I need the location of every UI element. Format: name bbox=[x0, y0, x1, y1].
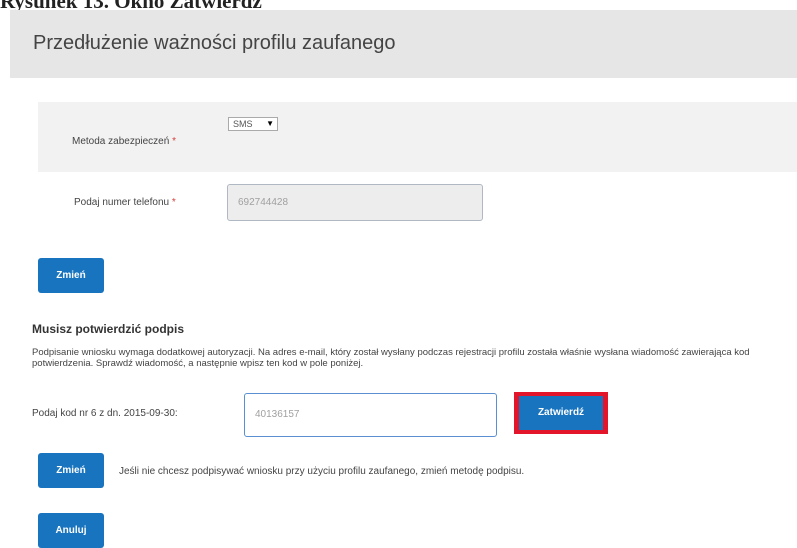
signature-section-title: Musisz potwierdzić podpis bbox=[32, 322, 185, 336]
figure-caption: Rysunek 13. Okno Zatwierdź bbox=[0, 0, 797, 10]
required-asterisk: * bbox=[172, 136, 176, 147]
page-title: Przedłużenie ważności profilu zaufanego bbox=[33, 32, 396, 54]
chevron-down-icon: ▼ bbox=[266, 119, 274, 128]
change-phone-button[interactable]: Zmień bbox=[38, 258, 104, 293]
confirmation-code-input[interactable]: 40136157 bbox=[244, 393, 497, 437]
security-method-label: Metoda zabezpieczeń * bbox=[72, 136, 176, 147]
security-method-label-text: Metoda zabezpieczeń bbox=[72, 136, 170, 147]
cancel-button[interactable]: Anuluj bbox=[38, 513, 104, 548]
change-method-note: Jeśli nie chcesz podpisywać wniosku przy… bbox=[119, 466, 525, 477]
required-asterisk: * bbox=[171, 197, 176, 208]
phone-number-input[interactable]: 692744428 bbox=[227, 184, 483, 221]
code-label: Podaj kod nr 6 z dn. 2015-09-30: bbox=[32, 408, 178, 419]
signature-description: Podpisanie wniosku wymaga dodatkowej aut… bbox=[32, 347, 750, 369]
change-signature-method-button[interactable]: Zmień bbox=[38, 453, 104, 488]
select-value: SMS bbox=[233, 119, 253, 129]
page-header: Przedłużenie ważności profilu zaufanego bbox=[10, 10, 797, 78]
phone-label: Podaj numer telefonu * bbox=[74, 197, 176, 208]
phone-label-text: Podaj numer telefonu bbox=[74, 197, 170, 208]
confirm-button[interactable]: Zatwierdź bbox=[519, 396, 603, 430]
security-method-select[interactable]: SMS ▼ bbox=[228, 117, 278, 131]
